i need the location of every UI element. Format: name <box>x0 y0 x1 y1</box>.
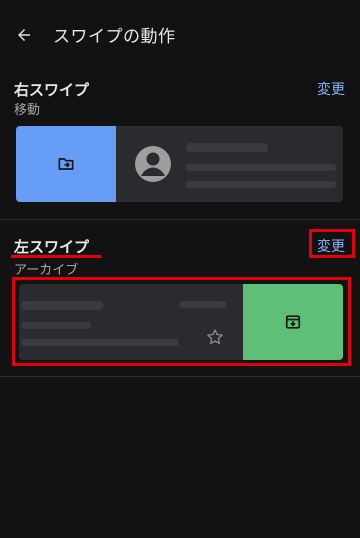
left-swipe-action-label: アーカイブ <box>14 263 79 278</box>
section-divider <box>0 219 360 220</box>
back-button[interactable] <box>10 21 38 49</box>
left-swipe-title: 左スワイプ <box>14 238 90 256</box>
skeleton-line <box>186 143 268 152</box>
annotation-box-change <box>309 229 355 258</box>
annotation-underline <box>11 255 101 258</box>
page-title: スワイプの動作 <box>53 27 176 47</box>
right-swipe-change-button[interactable]: 変更 <box>317 79 345 99</box>
right-swipe-action-label: 移動 <box>14 103 41 118</box>
section-divider <box>0 376 360 377</box>
arrow-back-icon <box>18 29 30 41</box>
right-swipe-mail-item <box>116 126 343 202</box>
move-to-folder-icon <box>58 158 74 170</box>
right-swipe-title: 右スワイプ <box>14 81 90 99</box>
right-swipe-preview <box>16 126 343 202</box>
app-bar: スワイプの動作 <box>0 0 360 68</box>
skeleton-line <box>186 181 336 188</box>
skeleton-line <box>186 164 336 171</box>
right-swipe-action-block <box>16 126 116 202</box>
avatar-icon <box>135 146 171 182</box>
annotation-box-preview <box>12 277 351 366</box>
swipe-settings-screen: スワイプの動作 右スワイプ 移動 変更 左スワイプ アーカイブ 変更 <box>0 0 360 538</box>
